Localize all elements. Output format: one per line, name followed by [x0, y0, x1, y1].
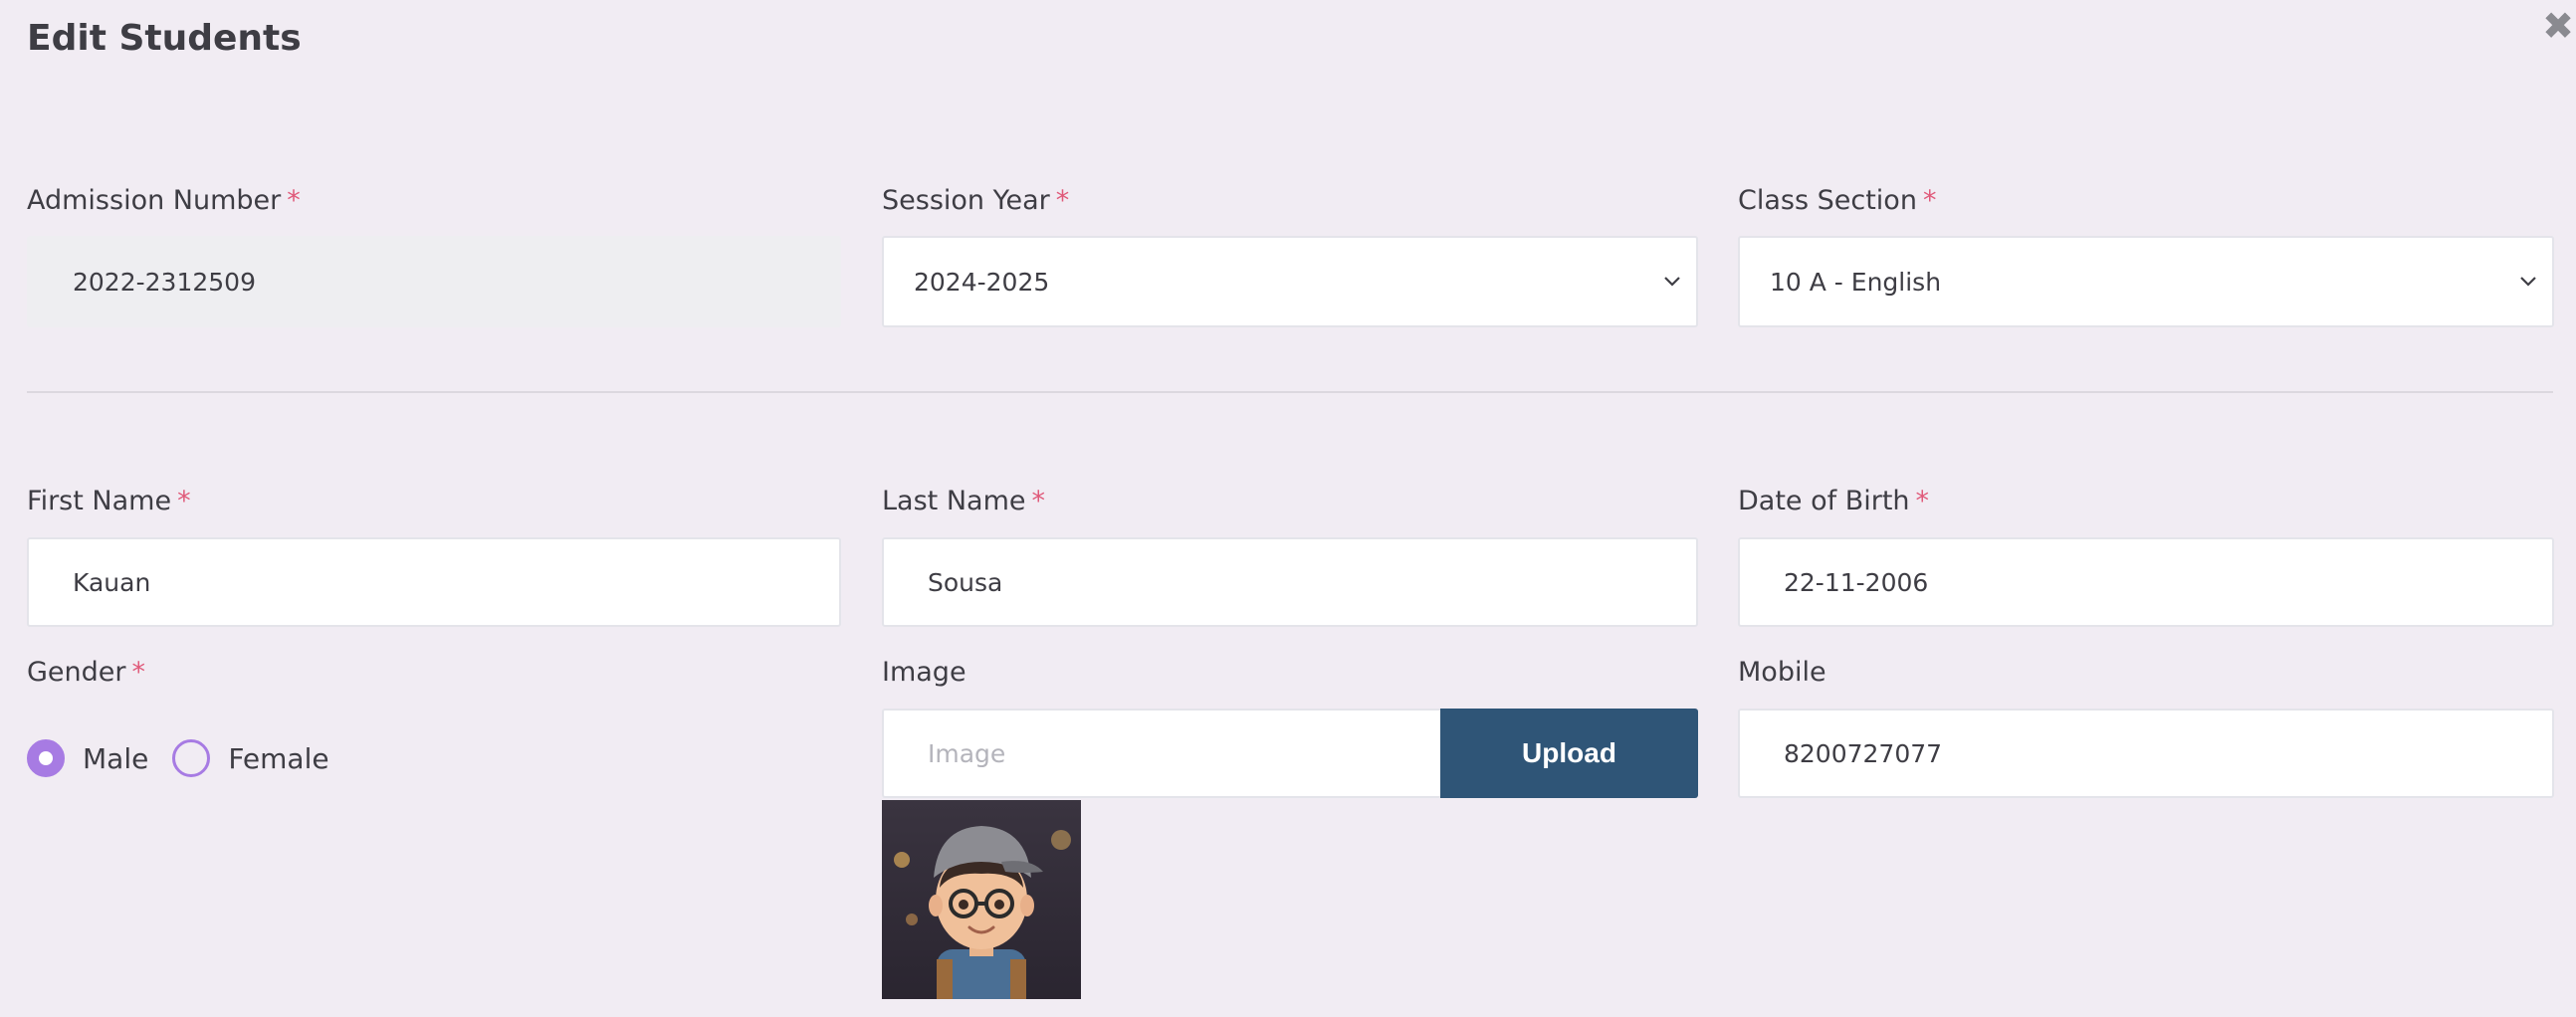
mobile-label: Mobile [1738, 657, 1826, 688]
required-marker: * [287, 185, 301, 216]
modal-title: Edit Students [27, 18, 302, 59]
image-placeholder: Image [928, 738, 1006, 768]
gender-label: Gender * [27, 657, 145, 688]
student-avatar [882, 800, 1081, 999]
date-of-birth-value: 22-11-2006 [1784, 567, 1929, 597]
first-name-input[interactable]: Kauan [27, 537, 841, 627]
date-of-birth-input[interactable]: 22-11-2006 [1738, 537, 2554, 627]
section-divider [27, 391, 2553, 393]
last-name-value: Sousa [928, 567, 1003, 597]
required-marker: * [1055, 185, 1070, 216]
upload-button[interactable]: Upload [1440, 709, 1698, 798]
first-name-label: First Name * [27, 486, 191, 516]
admission-number-label: Admission Number * [27, 185, 301, 216]
required-marker: * [1922, 185, 1937, 216]
required-marker: * [1915, 486, 1930, 516]
chevron-down-icon [2520, 277, 2536, 287]
student-photo-icon [882, 800, 1081, 999]
gender-male-label[interactable]: Male [83, 742, 148, 775]
image-label: Image [882, 657, 966, 688]
class-section-label: Class Section * [1738, 185, 1937, 216]
chevron-down-icon [1664, 277, 1680, 287]
first-name-value: Kauan [73, 567, 151, 597]
image-input[interactable]: Image [882, 709, 1441, 798]
last-name-input[interactable]: Sousa [882, 537, 1698, 627]
session-year-value: 2024-2025 [914, 267, 1050, 297]
gender-female-radio[interactable] [172, 739, 211, 777]
session-year-select[interactable]: 2024-2025 [882, 236, 1698, 327]
required-marker: * [177, 486, 191, 516]
last-name-label: Last Name * [882, 486, 1045, 516]
gender-female-label[interactable]: Female [228, 742, 328, 775]
gender-radio-group: Male Female [27, 737, 353, 779]
gender-male-radio[interactable] [27, 739, 65, 777]
radio-dot [39, 751, 53, 765]
class-section-select[interactable]: 10 A - English [1738, 236, 2554, 327]
admission-number-value: 2022-2312509 [73, 267, 256, 297]
required-marker: * [131, 657, 146, 688]
date-of-birth-label: Date of Birth * [1738, 486, 1930, 516]
class-section-value: 10 A - English [1770, 267, 1942, 297]
session-year-label: Session Year * [882, 185, 1070, 216]
mobile-input[interactable]: 8200727077 [1738, 709, 2554, 798]
admission-number-field[interactable]: 2022-2312509 [27, 236, 841, 327]
required-marker: * [1031, 486, 1045, 516]
mobile-value: 8200727077 [1784, 738, 1943, 768]
close-icon[interactable]: ✖ [2540, 6, 2576, 46]
